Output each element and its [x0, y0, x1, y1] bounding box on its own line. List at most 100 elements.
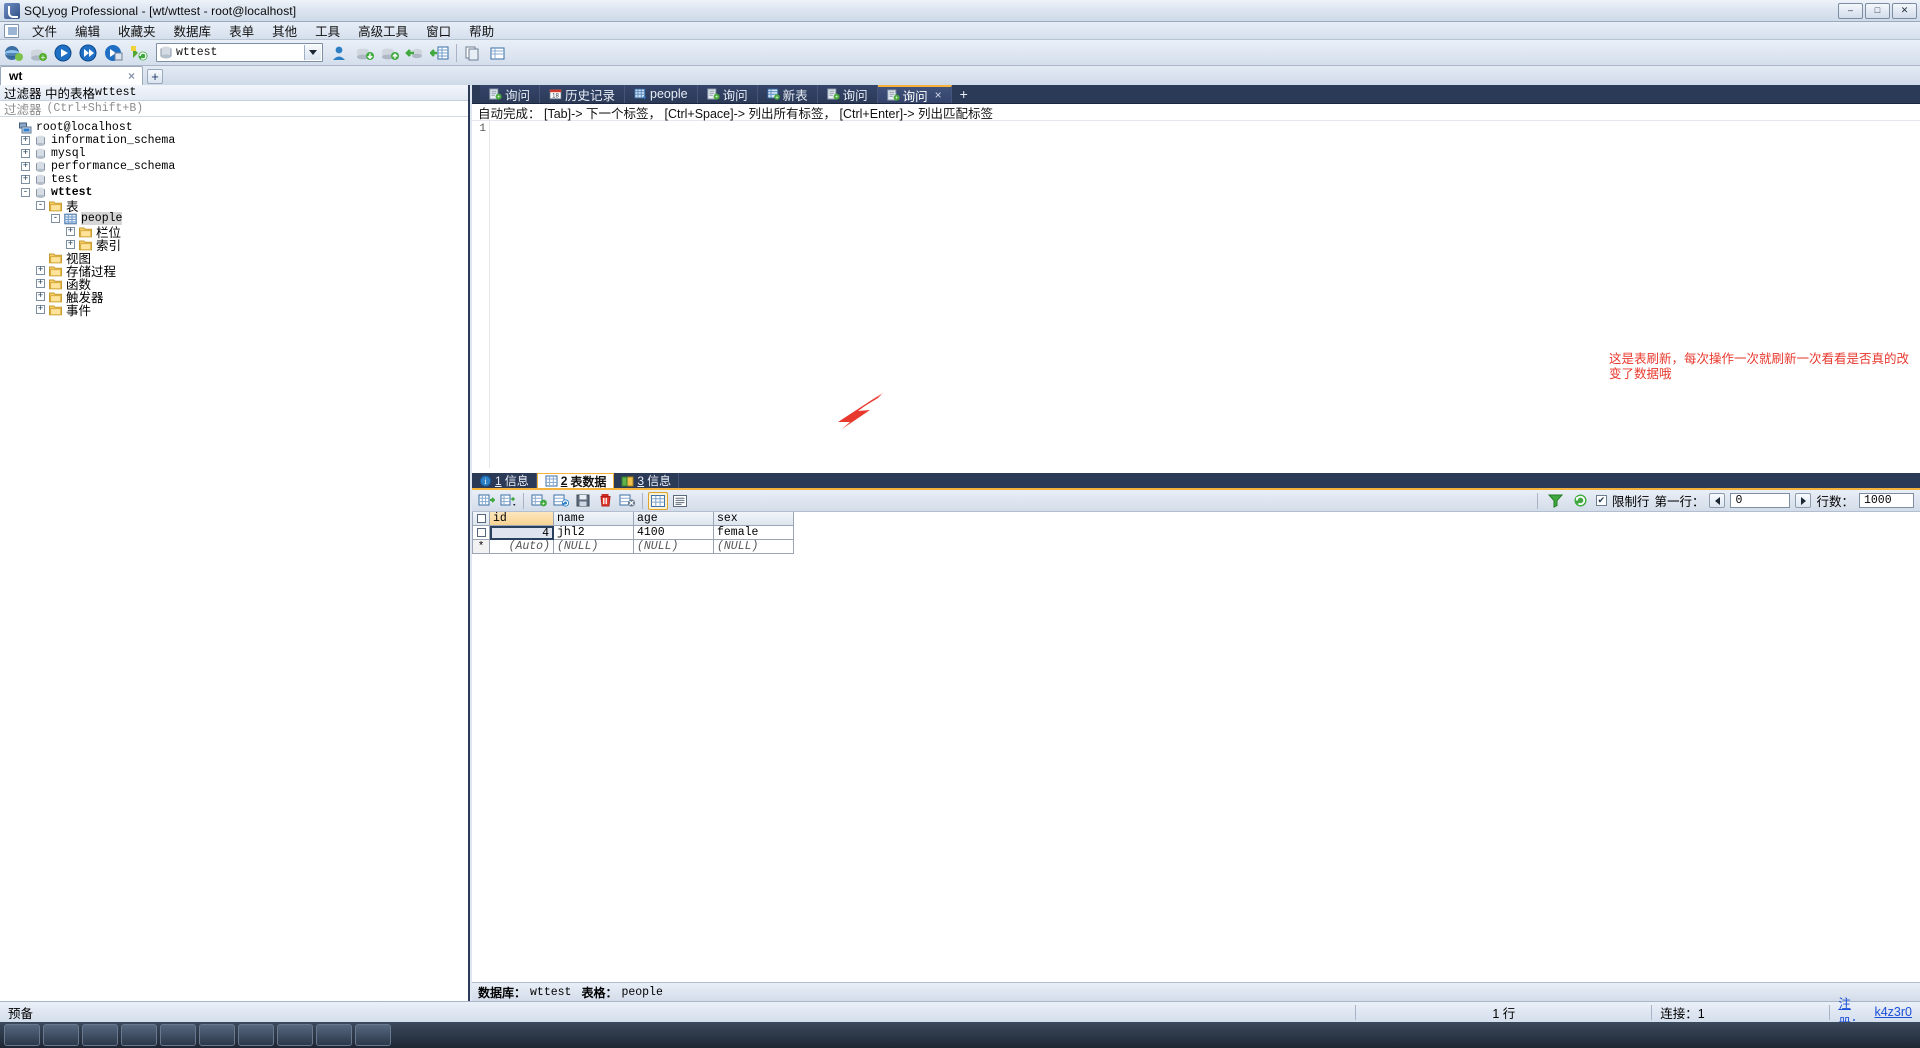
insert-dropdown-icon[interactable] [498, 492, 518, 510]
save-changes-icon[interactable] [573, 492, 593, 510]
sql-editor[interactable]: 1 [472, 121, 1920, 468]
user-manager-icon[interactable] [328, 42, 352, 64]
tree-node-people[interactable]: - people [6, 212, 468, 225]
tree-node-information-schema[interactable]: + information_schema [6, 134, 468, 147]
query-tab-1[interactable]: 18 历史记录 [540, 85, 626, 103]
expand-icon[interactable]: + [21, 149, 30, 158]
window-controls[interactable]: – □ ✕ [1838, 2, 1920, 19]
taskbar-item[interactable] [82, 1024, 118, 1046]
refresh-row-icon[interactable] [551, 492, 571, 510]
backup-database-icon[interactable] [353, 42, 377, 64]
collapse-icon[interactable]: - [51, 214, 60, 223]
result-data-grid[interactable]: id name age sex 4 jhl2 4100 female * (Au… [472, 512, 1920, 982]
query-tab-6[interactable]: + 询问 × [877, 85, 952, 104]
grid-view-icon[interactable] [648, 491, 668, 510]
query-tab-5[interactable]: + 询问 [817, 85, 878, 103]
limit-rows-checkbox[interactable]: ✔ [1595, 495, 1607, 506]
tree-node-root-localhost[interactable]: root@localhost [6, 121, 468, 134]
result-tab-table-data[interactable]: 2 表数据 [536, 473, 615, 489]
result-tab-info-3[interactable]: 3 信息 [614, 473, 680, 488]
status-session-value[interactable]: k4z3r0 [1874, 1005, 1912, 1019]
row-count-input[interactable]: 1000 [1859, 493, 1914, 508]
maximize-button[interactable]: □ [1865, 2, 1890, 19]
copy-icon[interactable] [461, 42, 485, 64]
cell-sex[interactable]: female [714, 526, 794, 540]
expand-icon[interactable]: + [66, 227, 75, 236]
form-view-icon[interactable] [670, 492, 690, 510]
expand-icon[interactable]: + [21, 136, 30, 145]
table-row[interactable]: 4 jhl2 4100 female [472, 526, 1920, 540]
result-tab-info-1[interactable]: i 1 信息 [472, 473, 537, 488]
status-session[interactable]: 注册： k4z3r0 [1830, 997, 1920, 1030]
first-row-input[interactable]: 0 [1730, 493, 1791, 508]
add-connection-tab-button[interactable]: + [147, 69, 163, 84]
menu-advanced-tools[interactable]: 高级工具 [349, 20, 417, 41]
menu-window[interactable]: 窗口 [417, 20, 460, 41]
execute-current-icon[interactable] [102, 42, 126, 64]
execute-all-icon[interactable] [77, 42, 101, 64]
delete-row-icon[interactable] [595, 492, 615, 510]
taskbar-item[interactable] [355, 1024, 391, 1046]
taskbar-item[interactable] [238, 1024, 274, 1046]
new-cell-age[interactable]: (NULL) [634, 540, 714, 554]
query-tab-2[interactable]: people [625, 85, 698, 103]
expand-icon[interactable]: + [21, 162, 30, 171]
close-button[interactable]: ✕ [1892, 2, 1917, 19]
tree-node-[interactable]: -表 [6, 199, 468, 214]
new-cell-sex[interactable]: (NULL) [714, 540, 794, 554]
new-cell-id[interactable]: (Auto) [490, 540, 554, 554]
new-connection-icon[interactable] [2, 42, 26, 64]
query-tab-4[interactable]: + 新表 [757, 85, 818, 103]
insert-row-icon[interactable] [476, 492, 496, 510]
column-header-id[interactable]: id [490, 512, 554, 526]
editor-code-area[interactable] [490, 121, 1920, 468]
schema-designer-icon[interactable] [428, 42, 452, 64]
add-query-tab-button[interactable]: + [952, 85, 976, 103]
execute-query-icon[interactable] [52, 42, 76, 64]
tree-node-[interactable]: + 栏位 [6, 225, 468, 240]
menu-form[interactable]: 表单 [220, 20, 263, 41]
first-row-next-button[interactable] [1795, 493, 1812, 508]
menu-database[interactable]: 数据库 [165, 20, 221, 41]
table-diagnostics-icon[interactable] [486, 42, 510, 64]
column-header-sex[interactable]: sex [714, 512, 794, 526]
row-select-checkbox-cell[interactable] [472, 526, 490, 540]
cell-age[interactable]: 4100 [634, 526, 714, 540]
query-tab-0[interactable]: + 询问 [480, 85, 541, 103]
menu-favorites[interactable]: 收藏夹 [109, 20, 165, 41]
cell-id[interactable]: 4 [490, 526, 554, 540]
refresh-icon[interactable] [1571, 492, 1591, 510]
column-header-name[interactable]: name [554, 512, 634, 526]
expand-icon[interactable]: + [36, 266, 45, 275]
select-all-checkbox-cell[interactable] [472, 512, 490, 526]
menu-file[interactable]: 文件 [23, 20, 66, 41]
tree-node-performance-schema[interactable]: + performance_schema [6, 160, 468, 173]
tree-node-mysql[interactable]: + mysql [6, 147, 468, 160]
refresh-objects-icon[interactable] [127, 42, 151, 64]
menu-edit[interactable]: 编辑 [66, 20, 109, 41]
duplicate-row-icon[interactable]: + [529, 492, 549, 510]
filter-icon[interactable] [1546, 492, 1566, 510]
taskbar-item[interactable] [277, 1024, 313, 1046]
add-database-icon[interactable]: + [27, 42, 51, 64]
chevron-down-icon[interactable] [304, 45, 321, 60]
menu-tools[interactable]: 工具 [306, 20, 349, 41]
menu-help[interactable]: 帮助 [460, 20, 503, 41]
first-row-prev-button[interactable] [1709, 493, 1726, 508]
cancel-changes-icon[interactable] [617, 492, 637, 510]
query-tab-3[interactable]: + 询问 [697, 85, 758, 103]
expand-icon[interactable]: + [36, 279, 45, 288]
close-icon[interactable]: × [125, 69, 138, 83]
column-header-age[interactable]: age [634, 512, 714, 526]
taskbar-item[interactable] [4, 1024, 40, 1046]
expand-icon[interactable]: + [36, 305, 45, 314]
new-row[interactable]: * (Auto) (NULL) (NULL) (NULL) [472, 540, 1920, 554]
checkbox-icon[interactable] [476, 528, 486, 537]
collapse-icon[interactable]: - [21, 188, 30, 197]
import-data-icon[interactable] [403, 42, 427, 64]
object-filter-input[interactable]: 过滤器 (Ctrl+Shift+B) [0, 101, 468, 117]
tree-node-test[interactable]: + test [6, 173, 468, 186]
mdi-system-icon[interactable] [4, 23, 19, 38]
database-selector[interactable]: wttest [156, 43, 323, 62]
taskbar-item[interactable] [160, 1024, 196, 1046]
